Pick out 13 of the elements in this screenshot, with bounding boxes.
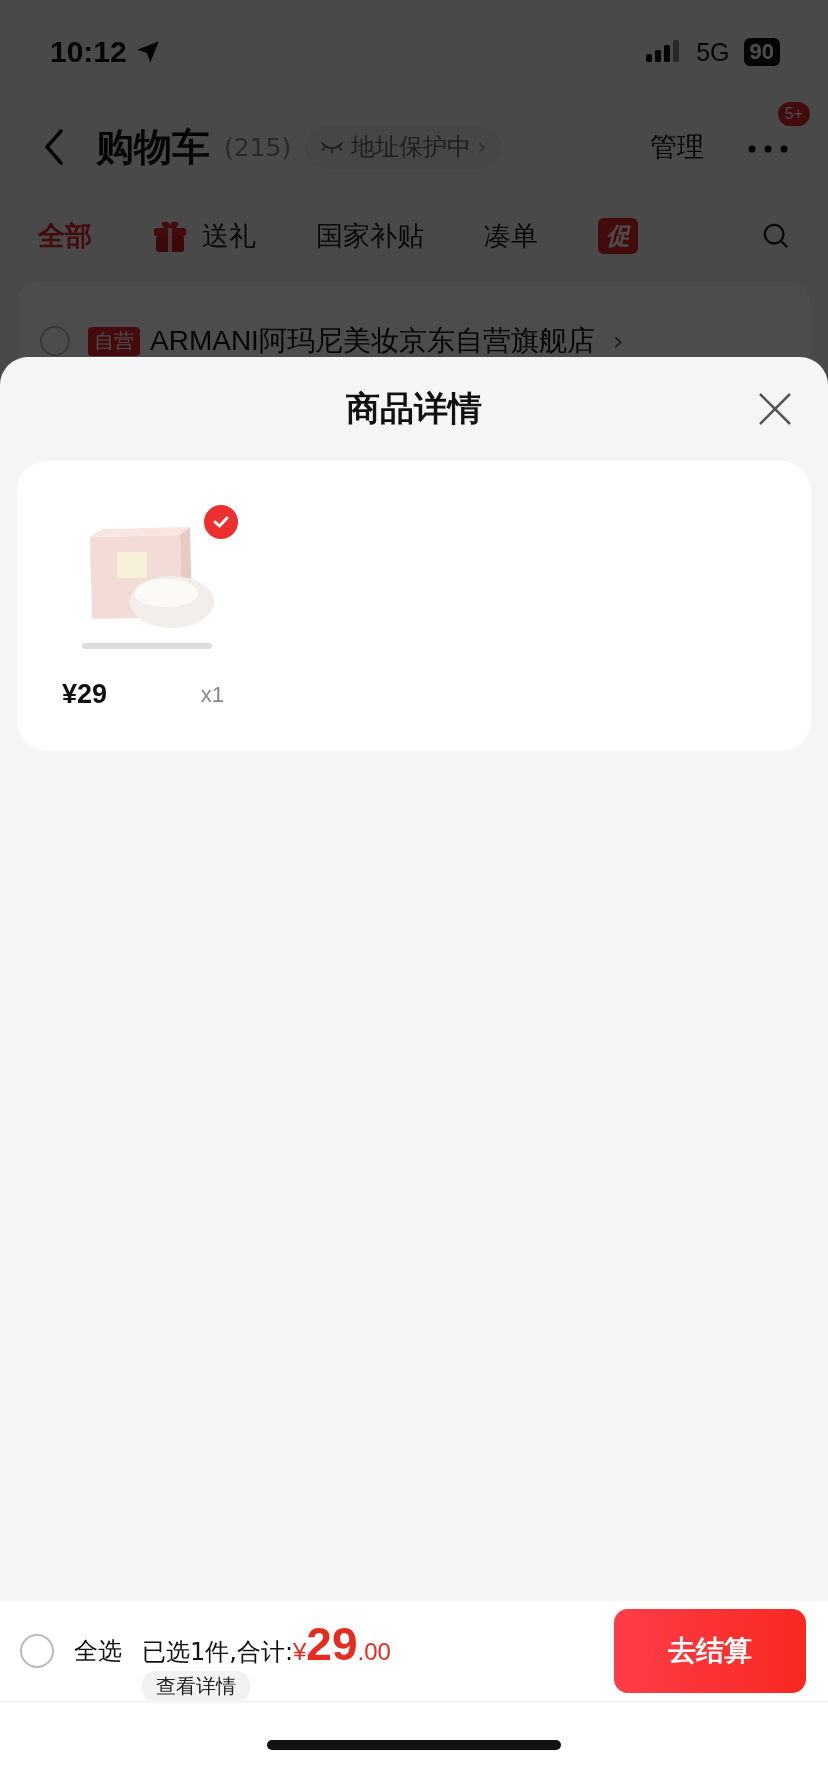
item-price: ¥29 <box>62 679 108 710</box>
checkout-button[interactable]: 去结算 <box>614 1609 806 1693</box>
item-quantity: x1 <box>200 681 224 708</box>
selection-summary: 已选1件,合计: <box>142 1636 293 1668</box>
status-time: 10:12 <box>50 35 127 69</box>
close-icon[interactable] <box>758 392 792 426</box>
network-label: 5G <box>696 37 730 67</box>
page-title: 购物车 <box>96 123 210 171</box>
select-all-checkbox[interactable] <box>20 1634 54 1668</box>
total-amount: ¥29.00 <box>293 1616 391 1671</box>
select-all-label[interactable]: 全选 <box>74 1635 122 1667</box>
sheet-title: 商品详情 <box>346 387 482 430</box>
view-details-button[interactable]: 查看详情 <box>142 1670 250 1702</box>
